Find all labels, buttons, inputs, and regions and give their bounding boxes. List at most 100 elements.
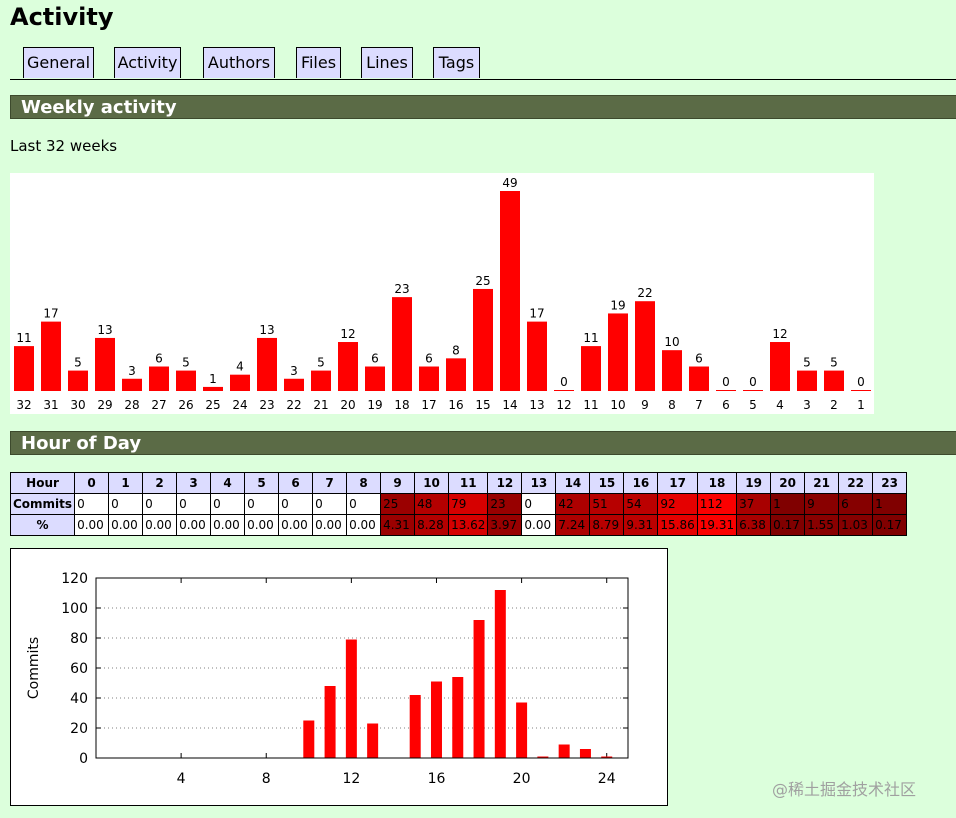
hour-bar [430,681,442,758]
hour-header: 22 [838,472,874,494]
hour-header: 7 [312,472,348,494]
hour-commits-cell: 1 [770,493,806,515]
weekly-week-label: 18 [394,398,409,412]
hour-of-day-table: Hour 0 1 2 3 4 5 6 7 8 9 10 11 12 13 14 15 16 17 18 19 20 21 22… [9,472,908,536]
hour-bar [473,620,485,758]
hour-commits-cell: 0 [278,493,314,515]
weekly-bar [68,370,88,391]
hour-header: 0 [74,472,110,494]
tab-tags[interactable]: Tags [433,47,480,78]
hour-commits-cell: 0 [346,493,382,515]
weekly-bar [95,337,115,391]
tab-activity[interactable]: Activity [114,47,181,78]
weekly-bar [14,346,34,391]
weekly-value-label: 6 [425,352,433,366]
weekly-week-label: 1 [857,398,865,412]
hour-percent-cell: 6.38 [736,514,772,536]
weekly-value-label: 0 [749,375,757,389]
tab-general[interactable]: General [23,47,94,78]
weekly-bar [851,390,871,391]
hour-percent-cell: 0.00 [278,514,314,536]
weekly-week-label: 13 [529,398,544,412]
tab-files[interactable]: Files [296,47,341,78]
weekly-subtitle: Last 32 weeks [10,137,118,155]
weekly-week-label: 22 [286,398,301,412]
y-axis-label: Commits [26,637,42,699]
hour-commits-cell: 37 [736,493,772,515]
weekly-value-label: 6 [695,352,703,366]
x-tick-label: 20 [513,771,531,787]
weekly-value-label: 6 [155,352,163,366]
weekly-bar [689,366,709,391]
hour-percent-cell: 0.00 [74,514,110,536]
weekly-value-label: 17 [529,307,544,321]
hour-commits-cell: 0 [176,493,212,515]
hour-commits-cell: 92 [657,493,698,515]
weekly-week-label: 10 [610,398,625,412]
weekly-value-label: 4 [236,360,244,374]
y-tick-label: 120 [61,571,88,587]
weekly-week-label: 14 [502,398,517,412]
weekly-value-label: 11 [16,331,31,345]
hour-commits-cell: 1 [872,493,908,515]
weekly-bar [392,297,412,391]
weekly-week-label: 6 [722,398,730,412]
hour-header: 21 [804,472,840,494]
weekly-week-label: 2 [830,398,838,412]
weekly-value-label: 25 [475,274,490,288]
weekly-value-label: 22 [637,286,652,300]
hour-header: 13 [521,472,557,494]
y-tick-label: 20 [70,721,88,737]
tab-authors[interactable]: Authors [203,47,275,78]
weekly-bar [338,342,358,391]
hour-header: 20 [770,472,806,494]
hour-commits-cell: 23 [487,493,523,515]
weekly-bar [419,366,439,391]
weekly-value-label: 0 [560,375,568,389]
weekly-bar [554,390,574,391]
weekly-bar [41,321,61,391]
hour-bar [558,744,570,758]
y-tick-label: 80 [70,631,88,647]
hour-commits-cell: 9 [804,493,840,515]
weekly-week-label: 9 [641,398,649,412]
weekly-bar [608,313,628,391]
tab-lines[interactable]: Lines [361,47,413,78]
hour-percent-cell: 19.31 [696,514,738,536]
weekly-week-label: 4 [776,398,784,412]
weekly-bar [230,374,250,391]
weekly-week-label: 20 [340,398,355,412]
hour-bar [367,723,379,758]
weekly-bar [446,358,466,391]
weekly-bar [473,288,493,391]
weekly-bar [527,321,547,391]
hour-bar [303,720,315,758]
weekly-value-label: 13 [259,323,274,337]
hour-header: 6 [278,472,314,494]
weekly-bar [149,366,169,391]
x-tick-label: 8 [262,771,271,787]
hour-bar [494,590,506,758]
hour-header: 12 [487,472,523,494]
hour-percent-cell: 13.62 [448,514,489,536]
weekly-value-label: 3 [290,364,298,378]
hour-percent-cell: 0.00 [521,514,557,536]
weekly-value-label: 5 [317,356,325,370]
hour-percent-cell: 0.00 [312,514,348,536]
hour-percent-cell: 0.17 [770,514,806,536]
weekly-week-label: 23 [259,398,274,412]
weekly-week-label: 32 [16,398,31,412]
hour-commits-cell: 112 [696,493,738,515]
hour-commits-cell: 25 [380,493,416,515]
weekly-value-label: 12 [340,327,355,341]
hour-commits-cell: 0 [244,493,280,515]
weekly-week-label: 5 [749,398,757,412]
row-label-commits: Commits [9,493,76,515]
weekly-week-label: 28 [124,398,139,412]
hour-header: 16 [623,472,659,494]
nav-tabs: General Activity Authors Files Lines Tag… [10,45,956,80]
weekly-bar [122,378,142,391]
weekly-activity-chart: 1132173153013293286275261254241323322521… [10,173,874,414]
weekly-value-label: 0 [722,375,730,389]
y-tick-label: 100 [61,601,88,617]
